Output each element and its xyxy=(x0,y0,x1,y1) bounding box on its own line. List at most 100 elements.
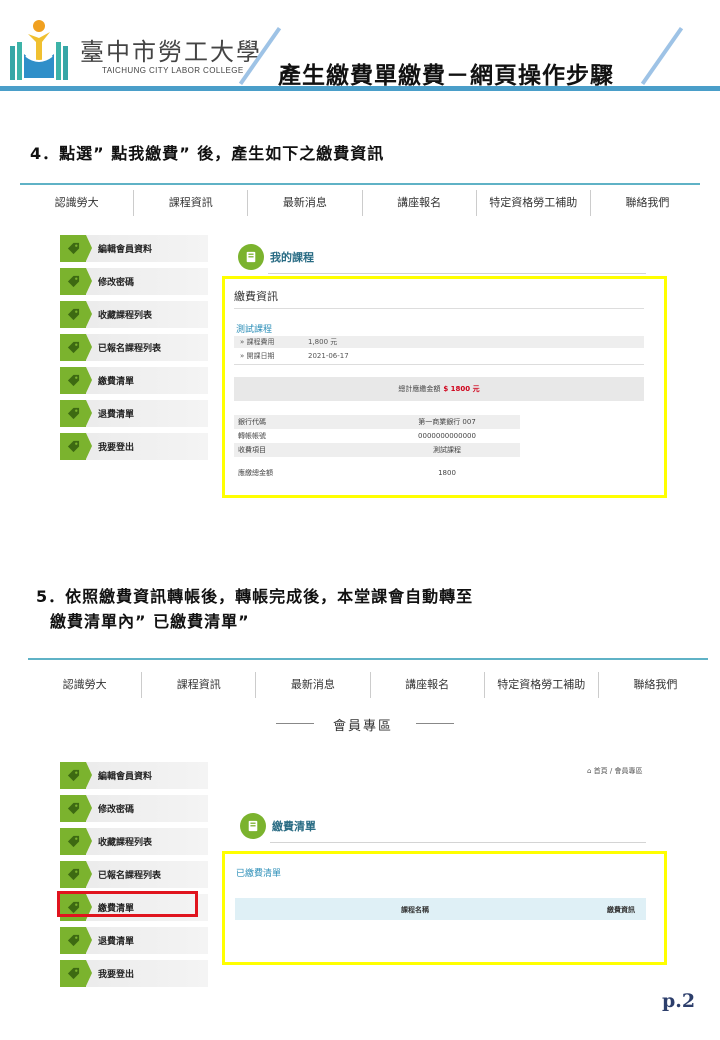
row-value: 1,800 元 xyxy=(308,338,338,346)
nav-about[interactable]: 認識勞大 xyxy=(20,190,135,216)
step4-heading: 4．點選” 點我繳費” 後，產生如下之繳費資訊 xyxy=(30,144,385,163)
bank-key: 轉帳帳號 xyxy=(238,432,266,440)
sidebar-item-payments[interactable]: 繳費清單 xyxy=(60,367,208,394)
row-key: » 開課日期 xyxy=(240,352,275,360)
sidebar-item-favorites[interactable]: 收藏課程列表 xyxy=(60,301,208,328)
rows-rule xyxy=(234,364,644,365)
bank-key: 銀行代碼 xyxy=(238,418,266,426)
bank-value: 第一商業銀行 007 xyxy=(418,418,476,426)
main-nav: 認識勞大 課程資訊 最新消息 講座報名 特定資格勞工補助 聯絡我們 xyxy=(20,190,704,216)
sidebar-item-logout[interactable]: 我要登出 xyxy=(60,960,208,987)
member-area-title: 會員專區 xyxy=(333,719,394,734)
sidebar-item-change-password[interactable]: 修改密碼 xyxy=(60,795,208,822)
sidebar-item-label: 退費清單 xyxy=(98,937,135,947)
tag-icon xyxy=(60,268,92,295)
row-value: 2021-06-17 xyxy=(308,352,349,360)
tag-icon xyxy=(60,861,92,888)
home-icon: ⌂ xyxy=(587,767,594,775)
fee-item-row: 收費項目 測試課程 xyxy=(234,443,520,457)
header-rule xyxy=(0,86,720,91)
sidebar-item-logout[interactable]: 我要登出 xyxy=(60,433,208,460)
document-title: 產生繳費單繳費－網頁操作步驟 xyxy=(278,62,614,89)
sidebar-item-label: 繳費清單 xyxy=(98,377,135,387)
tag-icon xyxy=(60,960,92,987)
nav-subsidy[interactable]: 特定資格勞工補助 xyxy=(485,672,599,698)
tag-icon xyxy=(60,334,92,361)
school-logo xyxy=(10,20,68,80)
sidebar-item-refunds[interactable]: 退費清單 xyxy=(60,400,208,427)
sidebar-item-label: 我要登出 xyxy=(98,443,135,453)
sidebar-item-label: 我要登出 xyxy=(98,970,135,980)
tag-icon xyxy=(60,235,92,262)
sidebar-item-label: 已報名課程列表 xyxy=(98,871,162,881)
account-row: 轉帳帳號 0000000000000 xyxy=(234,429,520,443)
sidebar-item-edit-profile[interactable]: 編輯會員資料 xyxy=(60,762,208,789)
paid-list-table-header: 課程名稱 繳費資訊 xyxy=(235,898,646,920)
member-rule-left xyxy=(276,723,314,724)
sidebar-item-label: 編輯會員資料 xyxy=(98,245,153,255)
header-slash-right xyxy=(640,27,684,85)
nav-about[interactable]: 認識勞大 xyxy=(28,672,143,698)
step5-heading-line1: 5．依照繳費資訊轉帳後，轉帳完成後，本堂課會自動轉至 xyxy=(36,587,474,606)
tag-icon xyxy=(60,927,92,954)
sidebar-item-label: 退費清單 xyxy=(98,410,135,420)
nav-news[interactable]: 最新消息 xyxy=(248,190,363,216)
section-my-courses: 我的課程 xyxy=(238,244,314,270)
nav-top-line xyxy=(20,183,700,185)
tag-icon xyxy=(60,828,92,855)
bank-key: 收費項目 xyxy=(238,446,266,454)
section-rule xyxy=(270,842,646,843)
tag-icon xyxy=(60,367,92,394)
nav-contact[interactable]: 聯絡我們 xyxy=(591,190,704,216)
nav-lectures[interactable]: 講座報名 xyxy=(371,672,485,698)
highlight-payment-list-item xyxy=(57,891,198,917)
date-row: » 開課日期 2021-06-17 xyxy=(234,350,644,362)
nav-courses[interactable]: 課程資訊 xyxy=(134,190,249,216)
step5-heading-line2: 繳費清單內” 已繳費清單” xyxy=(50,612,250,631)
tag-icon xyxy=(60,762,92,789)
section-payment-list: 繳費清單 xyxy=(240,813,316,839)
sidebar-item-enrolled[interactable]: 已報名課程列表 xyxy=(60,334,208,361)
total-amount: $ 1800 元 xyxy=(443,385,480,393)
page-number: p.2 xyxy=(662,990,696,1012)
sidebar-item-enrolled[interactable]: 已報名課程列表 xyxy=(60,861,208,888)
bank-value: 1800 xyxy=(438,469,456,477)
section-rule xyxy=(268,273,646,274)
main-nav: 認識勞大 課程資訊 最新消息 講座報名 特定資格勞工補助 聯絡我們 xyxy=(28,672,712,698)
course-link[interactable]: 測試課程 xyxy=(236,322,272,335)
nav-contact[interactable]: 聯絡我們 xyxy=(599,672,712,698)
total-amount-bar: 總計應繳金額 $ 1800 元 xyxy=(234,377,644,401)
paid-list-label[interactable]: 已繳費清單 xyxy=(236,866,281,879)
sidebar-item-favorites[interactable]: 收藏課程列表 xyxy=(60,828,208,855)
tag-icon xyxy=(60,400,92,427)
member-sidebar: 編輯會員資料 修改密碼 收藏課程列表 已報名課程列表 繳費清單 退費清單 我要登… xyxy=(60,762,208,993)
sidebar-item-change-password[interactable]: 修改密碼 xyxy=(60,268,208,295)
nav-lectures[interactable]: 講座報名 xyxy=(363,190,477,216)
tag-icon xyxy=(60,433,92,460)
book-icon xyxy=(240,813,266,839)
member-rule-right xyxy=(416,723,454,724)
sidebar-item-refunds[interactable]: 退費清單 xyxy=(60,927,208,954)
breadcrumb: ⌂ 首頁 / 會員專區 xyxy=(587,766,642,776)
card-title: 繳費資訊 xyxy=(234,290,278,303)
section-title: 我的課程 xyxy=(270,251,314,264)
sidebar-item-label: 修改密碼 xyxy=(98,278,135,288)
sidebar-item-edit-profile[interactable]: 編輯會員資料 xyxy=(60,235,208,262)
nav-subsidy[interactable]: 特定資格勞工補助 xyxy=(477,190,591,216)
sidebar-item-label: 編輯會員資料 xyxy=(98,772,153,782)
bank-value: 0000000000000 xyxy=(418,432,476,440)
nav-news[interactable]: 最新消息 xyxy=(256,672,371,698)
col-course-name: 課程名稱 xyxy=(401,906,429,914)
row-key: » 課程費用 xyxy=(240,338,275,346)
nav-courses[interactable]: 課程資訊 xyxy=(142,672,257,698)
nav-top-line xyxy=(28,658,708,660)
total-label: 總計應繳金額 xyxy=(398,385,441,393)
card-rule xyxy=(234,308,644,309)
sidebar-item-label: 收藏課程列表 xyxy=(98,838,153,848)
sidebar-item-label: 修改密碼 xyxy=(98,805,135,815)
book-icon xyxy=(238,244,264,270)
member-sidebar: 編輯會員資料 修改密碼 收藏課程列表 已報名課程列表 繳費清單 退費清單 我要登… xyxy=(60,235,208,466)
bank-code-row: 銀行代碼 第一商業銀行 007 xyxy=(234,415,520,429)
breadcrumb-text[interactable]: 首頁 / 會員專區 xyxy=(594,767,643,775)
sidebar-item-label: 已報名課程列表 xyxy=(98,344,162,354)
